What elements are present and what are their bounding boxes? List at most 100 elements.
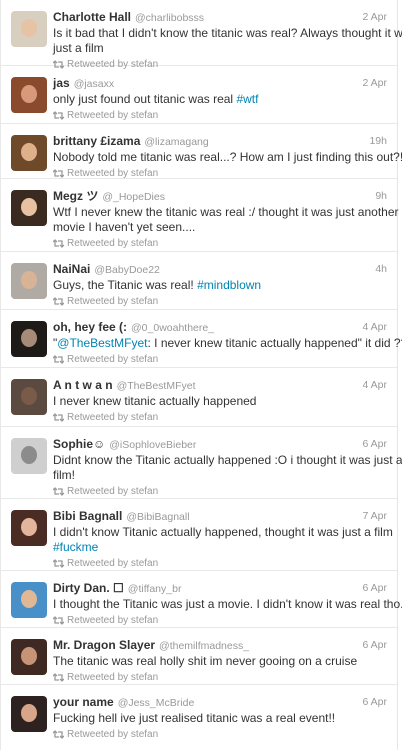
timeline: Charlotte Hall @charlibobsss 2 Apr Is it b… bbox=[0, 0, 402, 750]
tweet[interactable]: Megz ツ @_HopeDies 9h Wtf I never knew the … bbox=[1, 179, 399, 252]
tweet[interactable]: Sophie☺ @iSophloveBieber 6 Apr Didnt know … bbox=[1, 427, 402, 499]
author-name[interactable]: Mr. Dragon Slayer bbox=[53, 638, 155, 652]
tweet[interactable]: Bibi Bagnall @BibiBagnall 7 Apr I didn't k… bbox=[1, 499, 397, 571]
tweet-text: only just found out titanic was real #wt… bbox=[53, 92, 259, 106]
retweet-label[interactable]: Retweeted by stefan bbox=[67, 557, 158, 570]
tweet-text: Fucking hell ive just realised titanic w… bbox=[53, 711, 336, 725]
retweet-indicator: Retweeted by stefan bbox=[53, 411, 387, 424]
retweet-label[interactable]: Retweeted by stefan bbox=[67, 485, 158, 498]
tweet[interactable]: A n t w a n @TheBestMFyet 4 Apr I never kn… bbox=[1, 368, 397, 427]
timestamp[interactable]: 19h bbox=[369, 133, 387, 149]
timestamp[interactable]: 7 Apr bbox=[362, 508, 387, 524]
timestamp[interactable]: 4h bbox=[375, 261, 387, 277]
retweet-label[interactable]: Retweeted by stefan bbox=[67, 237, 158, 250]
retweet-label[interactable]: Retweeted by stefan bbox=[67, 728, 158, 741]
avatar[interactable] bbox=[11, 11, 47, 47]
tweet-text: I thought the Titanic was just a movie. … bbox=[53, 597, 402, 611]
timestamp[interactable]: 2 Apr bbox=[362, 9, 387, 25]
avatar[interactable] bbox=[11, 321, 47, 357]
retweet-label[interactable]: Retweeted by stefan bbox=[67, 411, 158, 424]
retweet-label[interactable]: Retweeted by stefan bbox=[67, 295, 158, 308]
retweet-label[interactable]: Retweeted by stefan bbox=[67, 671, 158, 684]
author-handle[interactable]: @charlibobsss bbox=[135, 12, 204, 24]
avatar[interactable] bbox=[11, 639, 47, 675]
avatar[interactable] bbox=[11, 135, 47, 171]
author-name[interactable]: Sophie☺ bbox=[53, 437, 105, 451]
tweet-text: Nobody told me titanic was real...? How … bbox=[53, 150, 402, 164]
avatar[interactable] bbox=[11, 696, 47, 732]
tweet[interactable]: jas @jasaxx 2 Apr only just found out tita… bbox=[1, 66, 397, 124]
avatar[interactable] bbox=[11, 190, 47, 226]
tweet-text: Didnt know the Titanic actually happened… bbox=[53, 453, 402, 482]
retweet-indicator: Retweeted by stefan bbox=[53, 109, 387, 122]
author-name[interactable]: brittany £izama bbox=[53, 134, 140, 148]
author-handle[interactable]: @jasaxx bbox=[74, 78, 114, 90]
author-handle[interactable]: @_HopeDies bbox=[102, 191, 165, 203]
retweet-indicator: Retweeted by stefan bbox=[53, 614, 387, 627]
tweet[interactable]: brittany £izama @lizamagang 19h Nobody tol… bbox=[1, 124, 402, 179]
retweet-icon bbox=[53, 239, 64, 248]
author-handle[interactable]: @TheBestMFyet bbox=[117, 380, 196, 392]
author-name[interactable]: Megz ツ bbox=[53, 189, 98, 203]
retweet-indicator: Retweeted by stefan bbox=[53, 295, 387, 308]
author-handle[interactable]: @themilfmadness_ bbox=[159, 640, 249, 652]
author-name[interactable]: Bibi Bagnall bbox=[53, 509, 122, 523]
author-name[interactable]: NaiNai bbox=[53, 262, 90, 276]
tweet[interactable]: Dirty Dan. ☐ @tiffany_br 6 Apr I thought t… bbox=[1, 571, 402, 628]
hashtag-link[interactable]: #mindblown bbox=[197, 278, 261, 292]
tweet[interactable]: your name @Jess_McBride 6 Apr Fucking hell… bbox=[1, 685, 397, 742]
hashtag-link[interactable]: #wtf bbox=[236, 92, 258, 106]
tweet[interactable]: NaiNai @BabyDoe22 4h Guys, the Titanic was… bbox=[1, 252, 397, 310]
tweet[interactable]: Mr. Dragon Slayer @themilfmadness_ 6 Apr T… bbox=[1, 628, 397, 685]
avatar[interactable] bbox=[11, 263, 47, 299]
tweet-text: I didn't know Titanic actually happened,… bbox=[53, 525, 393, 554]
author-handle[interactable]: @iSophloveBieber bbox=[109, 439, 196, 451]
retweet-icon bbox=[53, 355, 64, 364]
tweet-text: Wtf I never knew the titanic was real :/… bbox=[53, 205, 399, 234]
author-name[interactable]: Charlotte Hall bbox=[53, 10, 131, 24]
author-handle[interactable]: @lizamagang bbox=[144, 136, 208, 148]
timestamp[interactable]: 6 Apr bbox=[362, 436, 387, 452]
retweet-icon bbox=[53, 559, 64, 568]
avatar[interactable] bbox=[11, 379, 47, 415]
author-name[interactable]: A n t w a n bbox=[53, 378, 113, 392]
author-handle[interactable]: @BibiBagnall bbox=[126, 511, 189, 523]
retweet-indicator: Retweeted by stefan bbox=[53, 671, 387, 684]
tweet[interactable]: oh, hey fee (: @0_0woahthere_ 4 Apr "@TheB… bbox=[1, 310, 402, 368]
timestamp[interactable]: 4 Apr bbox=[362, 377, 387, 393]
tweet-text: I never knew titanic actually happened bbox=[53, 394, 257, 408]
avatar[interactable] bbox=[11, 438, 47, 474]
timestamp[interactable]: 4 Apr bbox=[362, 319, 387, 335]
avatar[interactable] bbox=[11, 582, 47, 618]
timestamp[interactable]: 6 Apr bbox=[362, 637, 387, 653]
author-name[interactable]: jas bbox=[53, 76, 70, 90]
retweet-label[interactable]: Retweeted by stefan bbox=[67, 353, 158, 366]
timestamp[interactable]: 2 Apr bbox=[362, 75, 387, 91]
retweet-icon bbox=[53, 616, 64, 625]
tweet-text: Is it bad that I didn't know the titanic… bbox=[53, 26, 402, 55]
author-name[interactable]: Dirty Dan. ☐ bbox=[53, 581, 124, 595]
mention-link[interactable]: @TheBestMFyet bbox=[57, 336, 147, 350]
retweet-indicator: Retweeted by stefan bbox=[53, 557, 387, 570]
author-handle[interactable]: @BabyDoe22 bbox=[94, 264, 160, 276]
retweet-icon bbox=[53, 673, 64, 682]
author-handle[interactable]: @0_0woahthere_ bbox=[131, 322, 214, 334]
timestamp[interactable]: 6 Apr bbox=[362, 580, 387, 596]
retweet-label[interactable]: Retweeted by stefan bbox=[67, 614, 158, 627]
retweet-icon bbox=[53, 730, 64, 739]
retweet-indicator: Retweeted by stefan bbox=[53, 353, 387, 366]
hashtag-link[interactable]: #fuckme bbox=[53, 540, 98, 554]
author-handle[interactable]: @tiffany_br bbox=[128, 583, 182, 595]
tweet[interactable]: Charlotte Hall @charlibobsss 2 Apr Is it b… bbox=[1, 0, 402, 70]
tweet-text: "@TheBestMFyet: I never knew titanic act… bbox=[53, 336, 402, 350]
avatar[interactable] bbox=[11, 77, 47, 113]
author-name[interactable]: oh, hey fee (: bbox=[53, 320, 127, 334]
timestamp[interactable]: 9h bbox=[375, 188, 387, 204]
author-name[interactable]: your name bbox=[53, 695, 114, 709]
timestamp[interactable]: 6 Apr bbox=[362, 694, 387, 710]
retweet-label[interactable]: Retweeted by stefan bbox=[67, 109, 158, 122]
author-handle[interactable]: @Jess_McBride bbox=[118, 697, 195, 709]
avatar[interactable] bbox=[11, 510, 47, 546]
retweet-icon bbox=[53, 297, 64, 306]
tweet-text: The titanic was real holly shit im never… bbox=[53, 654, 358, 668]
